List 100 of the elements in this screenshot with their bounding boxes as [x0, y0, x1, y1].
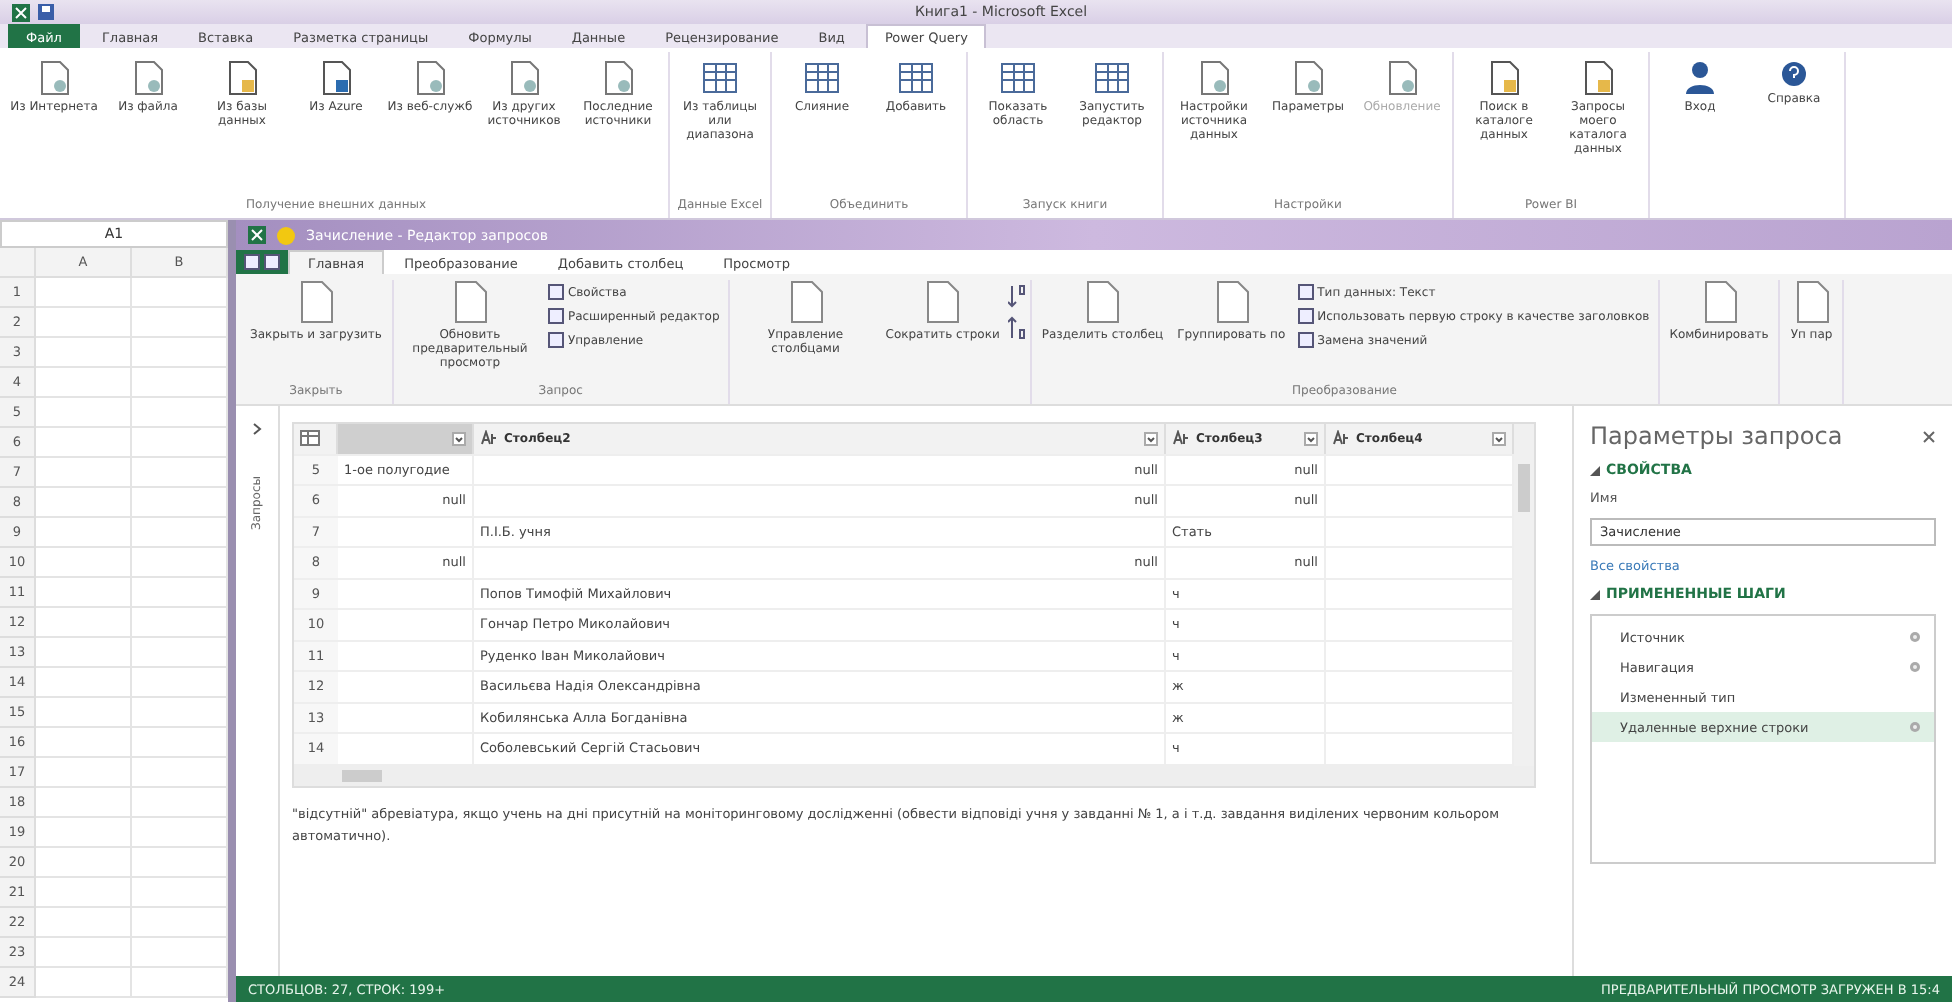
help-icon: [1780, 60, 1808, 88]
document-icon: [1580, 60, 1616, 96]
table-icon: [1094, 60, 1130, 96]
sheet-cell[interactable]: [132, 968, 228, 998]
sort-ascending-icon[interactable]: [1007, 284, 1026, 308]
table-icon: [702, 60, 738, 96]
sheet-cell[interactable]: [36, 368, 132, 398]
sheet-cell[interactable]: [132, 308, 228, 338]
scroll-thumb[interactable]: [342, 769, 382, 781]
sheet-cell[interactable]: [36, 878, 132, 908]
power-query-icon: [276, 225, 296, 245]
sheet-cell[interactable]: [36, 638, 132, 668]
sheet-cell[interactable]: [132, 608, 228, 638]
sheet-cell[interactable]: [36, 848, 132, 878]
sheet-cell[interactable]: [132, 458, 228, 488]
sheet-cell[interactable]: [132, 338, 228, 368]
small-square-icon: [1297, 332, 1314, 348]
sheet-cell[interactable]: [132, 848, 228, 878]
document-icon: [1699, 280, 1739, 324]
settings-icon[interactable]: [1908, 630, 1922, 644]
sheet-cell[interactable]: [36, 488, 132, 518]
table-menu-icon[interactable]: [294, 424, 338, 453]
dropdown-icon[interactable]: [1304, 431, 1318, 446]
sheet-cell[interactable]: [36, 338, 132, 368]
sheet-cell[interactable]: [36, 788, 132, 818]
document-icon: [130, 60, 166, 96]
sheet-cell[interactable]: [36, 608, 132, 638]
dropdown-icon[interactable]: [1144, 431, 1158, 446]
small-square-icon: [547, 332, 564, 348]
sheet-cell[interactable]: [36, 938, 132, 968]
table-icon: [898, 60, 934, 96]
sheet-cell[interactable]: [36, 818, 132, 848]
select-all-corner[interactable]: [0, 248, 36, 278]
sheet-cell[interactable]: [36, 308, 132, 338]
sheet-cell[interactable]: [132, 908, 228, 938]
document-icon: [506, 60, 542, 96]
file-tab[interactable]: [236, 250, 288, 274]
document-icon: [224, 60, 260, 96]
sheet-cell[interactable]: [132, 728, 228, 758]
sheet-cell[interactable]: [132, 698, 228, 728]
sheet-cell[interactable]: [132, 548, 228, 578]
save-icon[interactable]: [38, 4, 54, 20]
sheet-cell[interactable]: [132, 758, 228, 788]
document-icon: [1486, 60, 1522, 96]
vertical-scrollbar[interactable]: [1514, 424, 1534, 765]
scroll-thumb[interactable]: [1518, 464, 1530, 512]
sheet-cell[interactable]: [36, 428, 132, 458]
sheet-cell[interactable]: [36, 548, 132, 578]
sheet-cell[interactable]: [132, 518, 228, 548]
excel-logo-icon: [12, 3, 30, 21]
text-type-icon: [1332, 430, 1350, 447]
document-icon: [295, 280, 336, 324]
collapse-arrow-icon[interactable]: [1590, 465, 1600, 475]
sheet-cell[interactable]: [36, 518, 132, 548]
sheet-cell[interactable]: [36, 758, 132, 788]
small-square-icon: [547, 284, 564, 300]
collapse-arrow-icon[interactable]: [1590, 589, 1600, 599]
document-icon: [1290, 60, 1326, 96]
sheet-cell[interactable]: [36, 968, 132, 998]
sheet-cell[interactable]: [132, 938, 228, 968]
sheet-cell[interactable]: [132, 428, 228, 458]
small-square-icon: [547, 308, 564, 324]
sheet-cell[interactable]: [36, 278, 132, 308]
sheet-cell[interactable]: [36, 698, 132, 728]
table-icon: [804, 60, 840, 96]
small-square-icon: [1297, 284, 1314, 300]
document-icon: [600, 60, 636, 96]
sheet-cell[interactable]: [132, 638, 228, 668]
sheet-cell[interactable]: [36, 578, 132, 608]
sheet-cell[interactable]: [132, 788, 228, 818]
document-icon: [785, 280, 826, 324]
text-type-icon: [1172, 430, 1190, 447]
settings-icon[interactable]: [1908, 660, 1922, 674]
sheet-cell[interactable]: [132, 278, 228, 308]
excel-logo-icon: [248, 226, 266, 244]
dropdown-icon[interactable]: [452, 431, 466, 446]
text-type-icon: [480, 430, 498, 447]
sheet-cell[interactable]: [36, 728, 132, 758]
sheet-cell[interactable]: [132, 668, 228, 698]
document-icon: [1791, 280, 1832, 324]
document-icon: [1211, 280, 1252, 324]
sheet-cell[interactable]: [36, 398, 132, 428]
close-icon[interactable]: [1922, 429, 1936, 443]
document-icon: [318, 60, 354, 96]
sheet-cell[interactable]: [132, 398, 228, 428]
person-icon: [1684, 60, 1716, 96]
sheet-cell[interactable]: [36, 908, 132, 938]
sheet-cell[interactable]: [132, 878, 228, 908]
settings-icon[interactable]: [1908, 720, 1922, 734]
sheet-cell[interactable]: [36, 458, 132, 488]
sheet-cell[interactable]: [132, 368, 228, 398]
sheet-cell[interactable]: [132, 578, 228, 608]
document-icon: [1384, 60, 1420, 96]
sheet-cell[interactable]: [132, 488, 228, 518]
sheet-cell[interactable]: [132, 818, 228, 848]
sheet-cell[interactable]: [36, 668, 132, 698]
document-icon: [1196, 60, 1232, 96]
sort-descending-icon[interactable]: [1007, 316, 1026, 340]
table-icon: [1000, 60, 1036, 96]
dropdown-icon[interactable]: [1492, 431, 1506, 446]
